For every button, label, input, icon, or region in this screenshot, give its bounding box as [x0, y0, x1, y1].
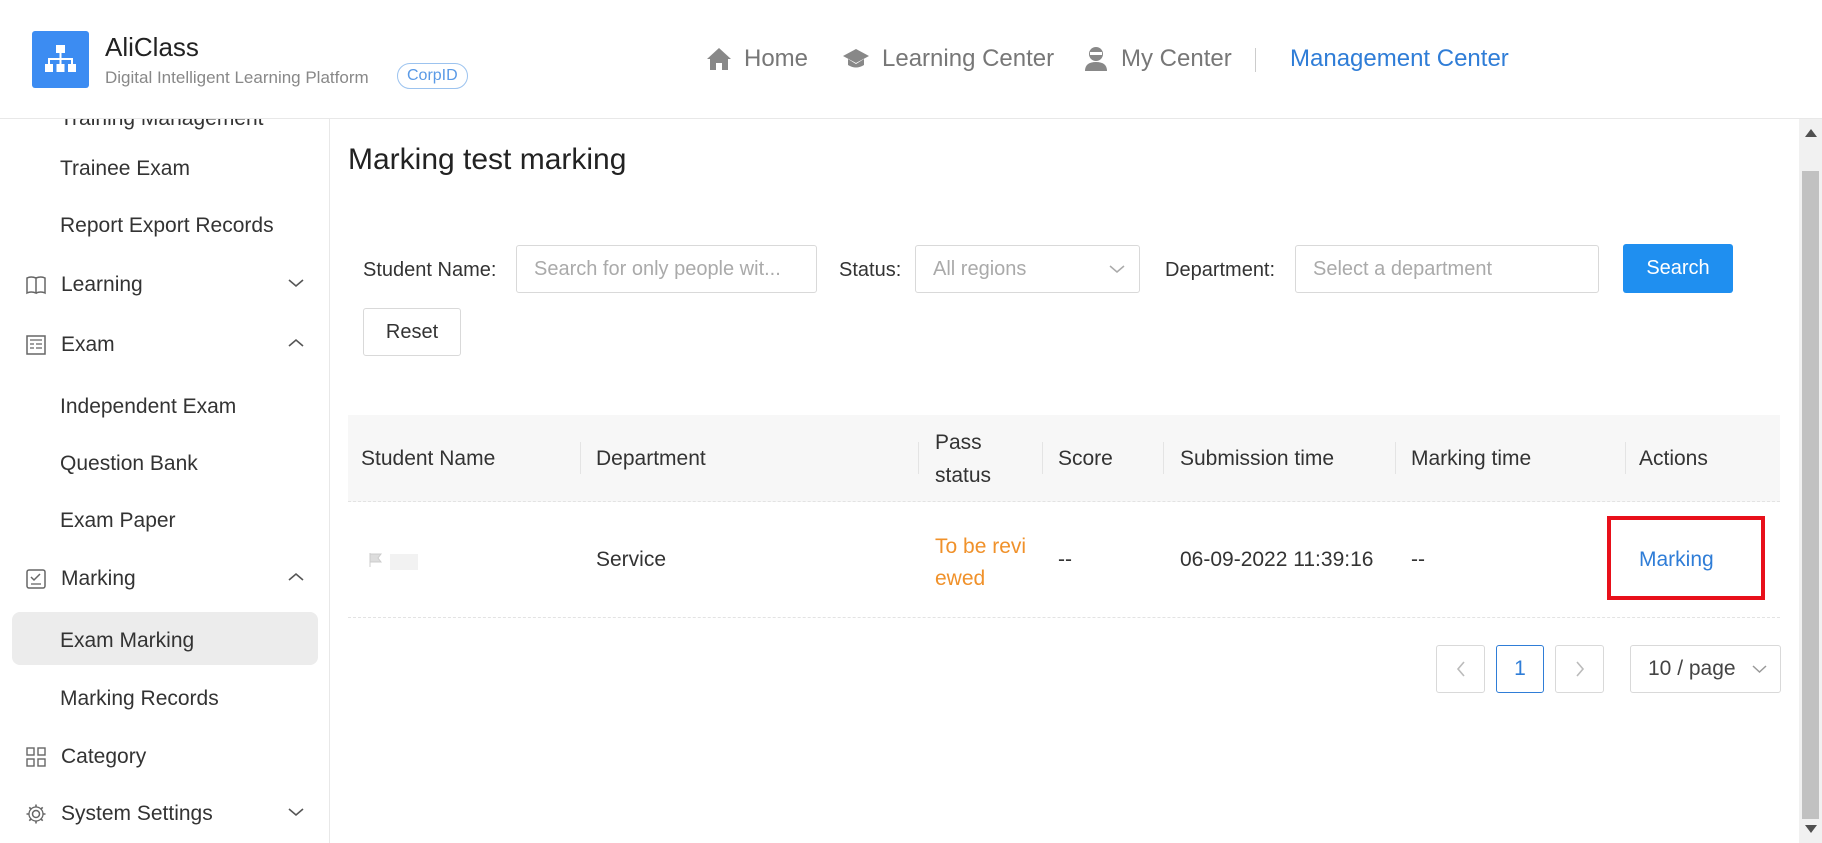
sidebar-item-exam-paper[interactable]: Exam Paper	[60, 509, 176, 533]
sidebar-item-cut-off[interactable]: Training Management	[60, 119, 264, 131]
sidebar-group-learning-label: Learning	[61, 273, 143, 296]
user-icon	[1085, 47, 1107, 71]
logo[interactable]	[32, 31, 89, 88]
chevron-down-icon	[288, 808, 304, 817]
column-divider	[918, 442, 919, 474]
chevron-down-icon	[288, 279, 304, 288]
sidebar-group-exam[interactable]: Exam	[25, 333, 305, 357]
pagination-next-button[interactable]	[1555, 645, 1604, 693]
nav-my-center[interactable]: My Center	[1083, 45, 1232, 73]
sidebar-item-exam-marking[interactable]: Exam Marking	[60, 629, 194, 653]
nav-learning-center[interactable]: Learning Center	[842, 45, 1054, 73]
graduation-cap-icon	[843, 49, 869, 68]
column-divider	[1395, 442, 1396, 474]
sidebar-group-category-label: Category	[61, 745, 147, 768]
flag-icon	[369, 553, 382, 567]
nav-management-center-label: Management Center	[1290, 45, 1509, 72]
score-cell: --	[1058, 548, 1072, 571]
nav-management-center[interactable]: Management Center	[1290, 45, 1509, 73]
sidebar: Training Management Trainee Exam Report …	[0, 119, 330, 843]
column-divider	[1625, 442, 1626, 474]
column-divider	[580, 442, 581, 474]
student-name-cell	[368, 550, 418, 574]
exam-icon	[26, 335, 46, 355]
chevron-up-icon	[288, 338, 304, 347]
column-pass-status: Pass status	[935, 430, 992, 487]
chevron-down-icon	[1752, 665, 1767, 674]
top-header: AliClass Digital Intelligent Learning Pl…	[0, 0, 1822, 119]
sidebar-item-trainee-exam[interactable]: Trainee Exam	[60, 157, 190, 181]
reset-button[interactable]: Reset	[363, 308, 461, 356]
scrollbar-thumb[interactable]	[1802, 171, 1819, 819]
status-select[interactable]: All regions	[915, 245, 1140, 293]
nav-my-center-label: My Center	[1121, 45, 1232, 72]
sidebar-group-learning[interactable]: Learning	[25, 273, 305, 297]
org-chart-icon	[45, 45, 76, 72]
main-content: Marking test marking Student Name: Searc…	[331, 119, 1798, 843]
column-score: Score	[1058, 446, 1113, 470]
corp-id-tag[interactable]: CorpID	[397, 63, 468, 89]
table-row: Service To be reviewed -- 06-09-2022 11:…	[348, 503, 1780, 618]
student-name-label: Student Name:	[363, 259, 497, 281]
sidebar-group-category[interactable]: Category	[25, 745, 305, 769]
search-button[interactable]: Search	[1623, 244, 1733, 293]
brand-subtitle: Digital Intelligent Learning Platform	[105, 68, 369, 87]
status-select-value: All regions	[933, 258, 1027, 280]
book-icon	[26, 276, 46, 295]
submission-time-cell: 06-09-2022 11:39:16	[1180, 548, 1374, 571]
nav-divider	[1255, 48, 1256, 72]
highlight-box	[1607, 516, 1765, 600]
table-header: Student Name Department Pass status Scor…	[348, 415, 1780, 502]
redacted-name	[389, 554, 418, 571]
nav-home-label: Home	[744, 45, 809, 72]
marking-time-cell: --	[1411, 548, 1425, 571]
chevron-up-icon	[288, 572, 304, 581]
sidebar-group-marking[interactable]: Marking	[25, 567, 305, 591]
scroll-down-arrow[interactable]	[1805, 825, 1817, 833]
department-cell: Service	[596, 548, 667, 571]
page-size-select[interactable]: 10 / page	[1630, 645, 1781, 693]
chevron-down-icon	[1109, 265, 1125, 273]
pass-status-cell: To be reviewed	[935, 535, 1027, 590]
scrollbar[interactable]	[1799, 119, 1822, 843]
department-label: Department:	[1165, 259, 1276, 281]
column-divider	[1163, 442, 1164, 474]
gear-icon	[26, 804, 46, 824]
page-size-value: 10 / page	[1648, 657, 1736, 680]
status-label: Status:	[839, 259, 902, 281]
marking-icon	[26, 569, 46, 589]
column-department: Department	[596, 446, 706, 470]
column-student-name: Student Name	[361, 446, 496, 470]
scroll-up-arrow[interactable]	[1805, 129, 1817, 137]
chevron-right-icon	[1575, 661, 1584, 677]
home-icon	[707, 48, 731, 70]
sidebar-item-marking-records[interactable]: Marking Records	[60, 687, 219, 711]
page-title: Marking test marking	[348, 143, 627, 176]
sidebar-group-system-settings[interactable]: System Settings	[25, 802, 305, 826]
sidebar-group-system-settings-label: System Settings	[61, 802, 213, 825]
nav-learning-center-label: Learning Center	[882, 45, 1055, 72]
sidebar-item-question-bank[interactable]: Question Bank	[60, 452, 198, 476]
brand-name: AliClass	[105, 32, 199, 62]
column-submission-time: Submission time	[1180, 446, 1335, 470]
pagination-page-1[interactable]: 1	[1496, 645, 1544, 693]
column-marking-time: Marking time	[1411, 446, 1532, 470]
student-name-input[interactable]: Search for only people wit...	[516, 245, 817, 293]
sidebar-item-independent-exam[interactable]: Independent Exam	[60, 395, 236, 419]
chevron-left-icon	[1456, 661, 1465, 677]
sidebar-group-marking-label: Marking	[61, 567, 136, 590]
sidebar-group-exam-label: Exam	[61, 333, 115, 356]
sidebar-item-report-export-records[interactable]: Report Export Records	[60, 214, 274, 238]
pagination-prev-button[interactable]	[1436, 645, 1485, 693]
grid-icon	[26, 747, 46, 767]
nav-home[interactable]: Home	[706, 45, 808, 73]
column-divider	[1042, 442, 1043, 474]
department-select[interactable]: Select a department	[1295, 245, 1599, 293]
column-actions: Actions	[1639, 446, 1708, 470]
